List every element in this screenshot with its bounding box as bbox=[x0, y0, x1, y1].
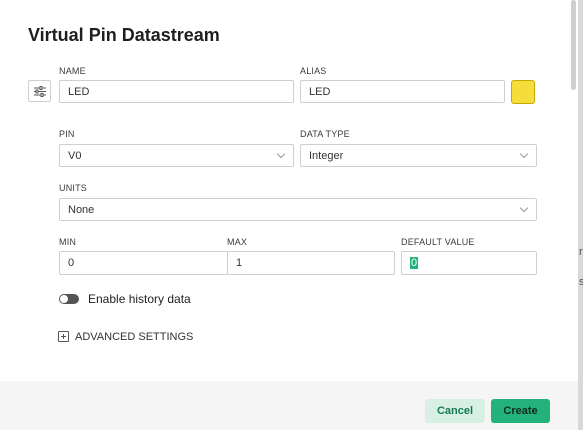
data-type-select[interactable]: Integer bbox=[300, 144, 537, 167]
units-value: None bbox=[68, 203, 95, 216]
dialog-title: Virtual Pin Datastream bbox=[28, 25, 220, 45]
pin-label: PIN bbox=[59, 129, 75, 139]
units-select[interactable]: None bbox=[59, 198, 537, 221]
backdrop-page: r s bbox=[578, 0, 583, 430]
name-input[interactable]: LED bbox=[59, 80, 294, 103]
pin-select[interactable]: V0 bbox=[59, 144, 294, 167]
name-label: NAME bbox=[59, 66, 86, 76]
color-swatch[interactable] bbox=[511, 80, 535, 104]
icon-picker-button[interactable] bbox=[28, 80, 51, 102]
units-label: UNITS bbox=[59, 183, 87, 193]
data-type-value: Integer bbox=[309, 149, 344, 162]
max-value: 1 bbox=[236, 257, 243, 269]
backdrop-text: r bbox=[579, 246, 583, 258]
data-type-label: DATA TYPE bbox=[300, 129, 350, 139]
toggle-knob bbox=[60, 295, 68, 303]
min-value: 0 bbox=[68, 257, 75, 269]
alias-label: ALIAS bbox=[300, 66, 327, 76]
plus-square-icon[interactable] bbox=[58, 331, 69, 342]
pin-value: V0 bbox=[68, 149, 82, 162]
history-toggle-label: Enable history data bbox=[88, 292, 191, 306]
create-button[interactable]: Create bbox=[491, 399, 550, 423]
history-toggle[interactable] bbox=[59, 294, 79, 304]
cancel-button[interactable]: Cancel bbox=[425, 399, 485, 423]
advanced-settings-link[interactable]: ADVANCED SETTINGS bbox=[75, 331, 193, 343]
alias-value: LED bbox=[309, 85, 331, 98]
max-input[interactable]: 1 bbox=[227, 251, 395, 275]
datastream-dialog: Virtual Pin Datastream NAME LED ALIAS LE… bbox=[0, 0, 578, 430]
default-value-value: 0 bbox=[410, 257, 419, 269]
alias-input[interactable]: LED bbox=[300, 80, 505, 103]
default-value-input[interactable]: 0 bbox=[401, 251, 537, 275]
backdrop-text: s bbox=[579, 276, 583, 288]
scrollbar-thumb[interactable] bbox=[571, 0, 576, 90]
chevron-down-icon bbox=[519, 203, 529, 213]
min-input[interactable]: 0 bbox=[59, 251, 228, 275]
name-value: LED bbox=[68, 85, 90, 98]
min-label: MIN bbox=[59, 237, 77, 247]
chevron-down-icon bbox=[276, 149, 286, 159]
default-value-label: DEFAULT VALUE bbox=[401, 237, 475, 247]
max-label: MAX bbox=[227, 237, 248, 247]
chevron-down-icon bbox=[519, 149, 529, 159]
sliders-icon bbox=[34, 86, 46, 97]
